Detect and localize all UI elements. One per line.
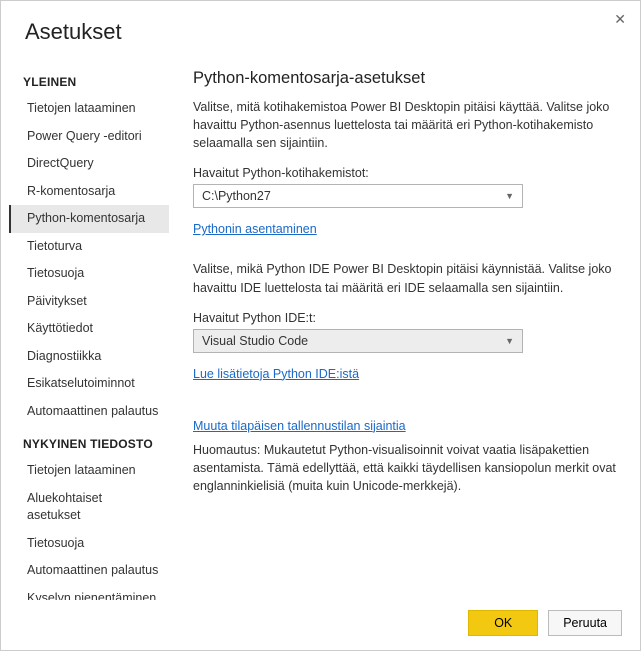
temp-storage-link[interactable]: Muuta tilapäisen tallennustilan sijainti… xyxy=(193,419,406,433)
sidebar-section-general: YLEINEN xyxy=(9,63,169,95)
install-python-link[interactable]: Pythonin asentaminen xyxy=(193,222,317,236)
home-dir-select[interactable]: C:\Python27 ▼ xyxy=(193,184,523,208)
ide-label: Havaitut Python IDE:t: xyxy=(193,311,616,325)
ide-info-link[interactable]: Lue lisätietoja Python IDE:istä xyxy=(193,367,359,381)
sidebar-item[interactable]: Tietoturva xyxy=(9,233,169,261)
note-text: Huomautus: Mukautetut Python-visualisoin… xyxy=(193,441,616,495)
ide-description: Valitse, mikä Python IDE Power BI Deskto… xyxy=(193,260,616,296)
settings-dialog: ✕ Asetukset YLEINEN Tietojen lataaminenP… xyxy=(0,0,641,651)
sidebar: YLEINEN Tietojen lataaminenPower Query -… xyxy=(1,55,169,600)
close-button[interactable]: ✕ xyxy=(610,7,630,32)
dialog-title: Asetukset xyxy=(1,1,640,55)
sidebar-item[interactable]: Automaattinen palautus xyxy=(9,557,169,585)
sidebar-item[interactable]: Tietosuoja xyxy=(9,530,169,558)
sidebar-section-current-file: NYKYINEN TIEDOSTO xyxy=(9,425,169,457)
sidebar-item[interactable]: Esikatselutoiminnot xyxy=(9,370,169,398)
footer: OK Peruuta xyxy=(1,600,640,650)
sidebar-item[interactable]: Automaattinen palautus xyxy=(9,398,169,426)
sidebar-item[interactable]: Power Query -editori xyxy=(9,123,169,151)
home-description: Valitse, mitä kotihakemistoa Power BI De… xyxy=(193,98,616,152)
ide-select[interactable]: Visual Studio Code ▼ xyxy=(193,329,523,353)
home-dir-label: Havaitut Python-kotihakemistot: xyxy=(193,166,616,180)
sidebar-item[interactable]: Tietojen lataaminen xyxy=(9,457,169,485)
home-dir-value: C:\Python27 xyxy=(202,189,271,203)
chevron-down-icon: ▼ xyxy=(505,336,514,346)
panel-heading: Python-komentosarja-asetukset xyxy=(193,69,616,88)
main-panel: Python-komentosarja-asetukset Valitse, m… xyxy=(169,55,640,600)
sidebar-item[interactable]: Python-komentosarja xyxy=(9,205,169,233)
ok-button[interactable]: OK xyxy=(468,610,538,636)
sidebar-item[interactable]: Käyttötiedot xyxy=(9,315,169,343)
sidebar-item[interactable]: R-komentosarja xyxy=(9,178,169,206)
content-area: YLEINEN Tietojen lataaminenPower Query -… xyxy=(1,55,640,600)
cancel-button[interactable]: Peruuta xyxy=(548,610,622,636)
sidebar-item[interactable]: DirectQuery xyxy=(9,150,169,178)
sidebar-item[interactable]: Tietojen lataaminen xyxy=(9,95,169,123)
sidebar-item[interactable]: Tietosuoja xyxy=(9,260,169,288)
sidebar-item[interactable]: Kyselyn pienentäminen xyxy=(9,585,169,601)
sidebar-item[interactable]: Diagnostiikka xyxy=(9,343,169,371)
sidebar-item[interactable]: Aluekohtaiset asetukset xyxy=(9,485,169,530)
sidebar-item[interactable]: Päivitykset xyxy=(9,288,169,316)
ide-value: Visual Studio Code xyxy=(202,334,308,348)
chevron-down-icon: ▼ xyxy=(505,191,514,201)
